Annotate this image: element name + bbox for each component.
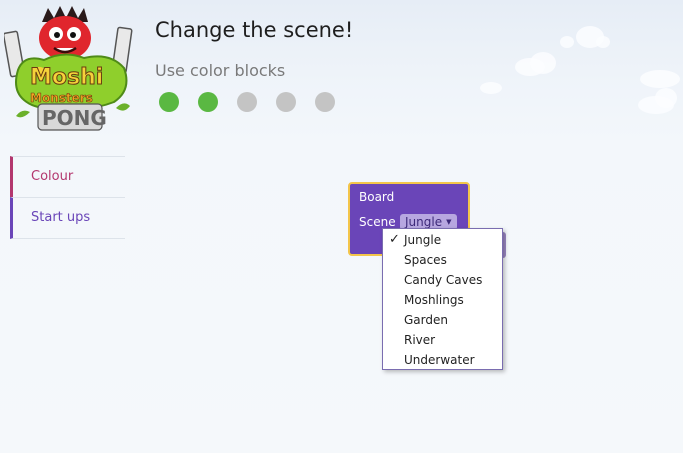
cloud-decoration <box>640 70 680 88</box>
dropdown-option[interactable]: Spaces <box>383 250 502 270</box>
dropdown-option-label: Underwater <box>404 353 475 367</box>
progress-dot-complete <box>198 92 218 112</box>
sidebar: Colour Start ups <box>10 156 125 239</box>
progress-dot-incomplete <box>276 92 296 112</box>
cloud-decoration <box>560 36 574 48</box>
scene-label: Scene <box>359 215 396 229</box>
sidebar-item-start-ups[interactable]: Start ups <box>10 197 125 239</box>
dropdown-option[interactable]: Candy Caves <box>383 270 502 290</box>
dropdown-option[interactable]: Garden <box>383 310 502 330</box>
cloud-decoration <box>655 88 677 108</box>
dropdown-arrow-icon: ▼ <box>446 218 452 226</box>
cloud-decoration <box>480 82 502 94</box>
cloud-decoration <box>596 36 610 48</box>
svg-text:PONG: PONG <box>42 106 107 130</box>
moshi-monsters-pong-logo: Moshi Monsters PONG <box>4 6 133 131</box>
sidebar-item-label: Colour <box>31 169 74 184</box>
page-subtitle: Use color blocks <box>155 61 286 80</box>
progress-dot-incomplete <box>315 92 335 112</box>
dropdown-option[interactable]: ✓ Jungle <box>383 230 502 250</box>
svg-text:Monsters: Monsters <box>30 91 93 105</box>
svg-text:Moshi: Moshi <box>30 65 103 90</box>
progress-indicator <box>159 92 335 112</box>
dropdown-option[interactable]: Underwater <box>383 350 502 370</box>
dropdown-option-label: Moshlings <box>404 293 464 307</box>
cloud-decoration <box>530 52 556 74</box>
dropdown-option-label: Spaces <box>404 253 447 267</box>
block-title: Board <box>359 190 395 204</box>
dropdown-option[interactable]: River <box>383 330 502 350</box>
dropdown-option-label: Garden <box>404 313 448 327</box>
page-title: Change the scene! <box>155 18 354 42</box>
dropdown-option-label: Candy Caves <box>404 273 483 287</box>
scene-dropdown-menu: ✓ Jungle Spaces Candy Caves Moshlings Garden R… <box>382 228 503 370</box>
progress-dot-complete <box>159 92 179 112</box>
dropdown-option-label: River <box>404 333 436 347</box>
sidebar-item-colour[interactable]: Colour <box>10 156 125 197</box>
checkmark-icon: ✓ <box>389 232 400 247</box>
progress-dot-incomplete <box>237 92 257 112</box>
dropdown-option-label: Jungle <box>404 233 442 247</box>
dropdown-option[interactable]: Moshlings <box>383 290 502 310</box>
scene-dropdown-value: Jungle <box>405 215 443 229</box>
sidebar-item-label: Start ups <box>31 210 91 225</box>
